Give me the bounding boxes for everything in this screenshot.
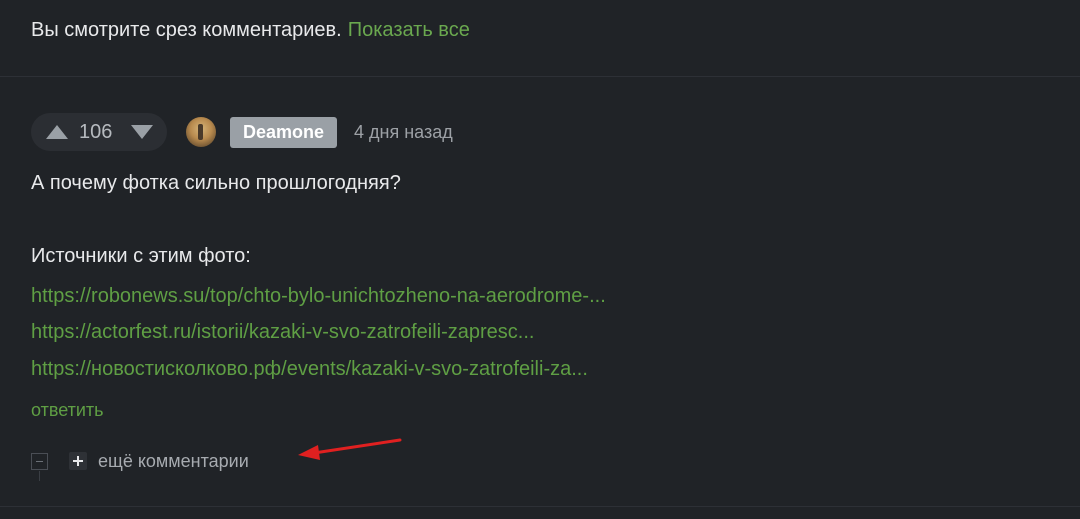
reply-link[interactable]: ответить [31, 400, 104, 421]
more-comments-link[interactable]: ещё комментарии [98, 451, 249, 472]
source-link[interactable]: https://robonews.su/top/chto-bylo-unicht… [31, 285, 606, 308]
rating-widget: 106 [31, 113, 167, 151]
source-link[interactable]: https://новостисколково.рф/events/kazaki… [31, 358, 588, 381]
collapse-thread-icon[interactable] [31, 453, 48, 470]
upvote-arrow-icon[interactable] [46, 125, 68, 139]
comment-time[interactable]: 4 дня назад [354, 122, 453, 143]
author-name[interactable]: Deamone [230, 117, 338, 148]
rating-count: 106 [79, 121, 113, 143]
sources-heading: Источники с этим фото: [31, 245, 251, 267]
divider [0, 506, 1080, 507]
thread-line [39, 471, 40, 481]
comment-body: А почему фотка сильно прошлогодняя? [31, 172, 401, 194]
slice-notice-bar: Вы смотрите срез комментариев. Показать в… [0, 0, 1080, 77]
avatar[interactable] [186, 117, 216, 147]
source-link[interactable]: https://actorfest.ru/istorii/kazaki-v-sv… [31, 321, 534, 344]
red-arrow-annotation [298, 438, 402, 460]
slice-notice-text: Вы смотрите срез комментариев. [31, 19, 342, 41]
slice-notice: Вы смотрите срез комментариев. Показать в… [31, 19, 470, 42]
expand-plus-icon[interactable] [69, 452, 87, 470]
show-all-link[interactable]: Показать все [348, 19, 470, 41]
downvote-arrow-icon[interactable] [131, 125, 153, 139]
